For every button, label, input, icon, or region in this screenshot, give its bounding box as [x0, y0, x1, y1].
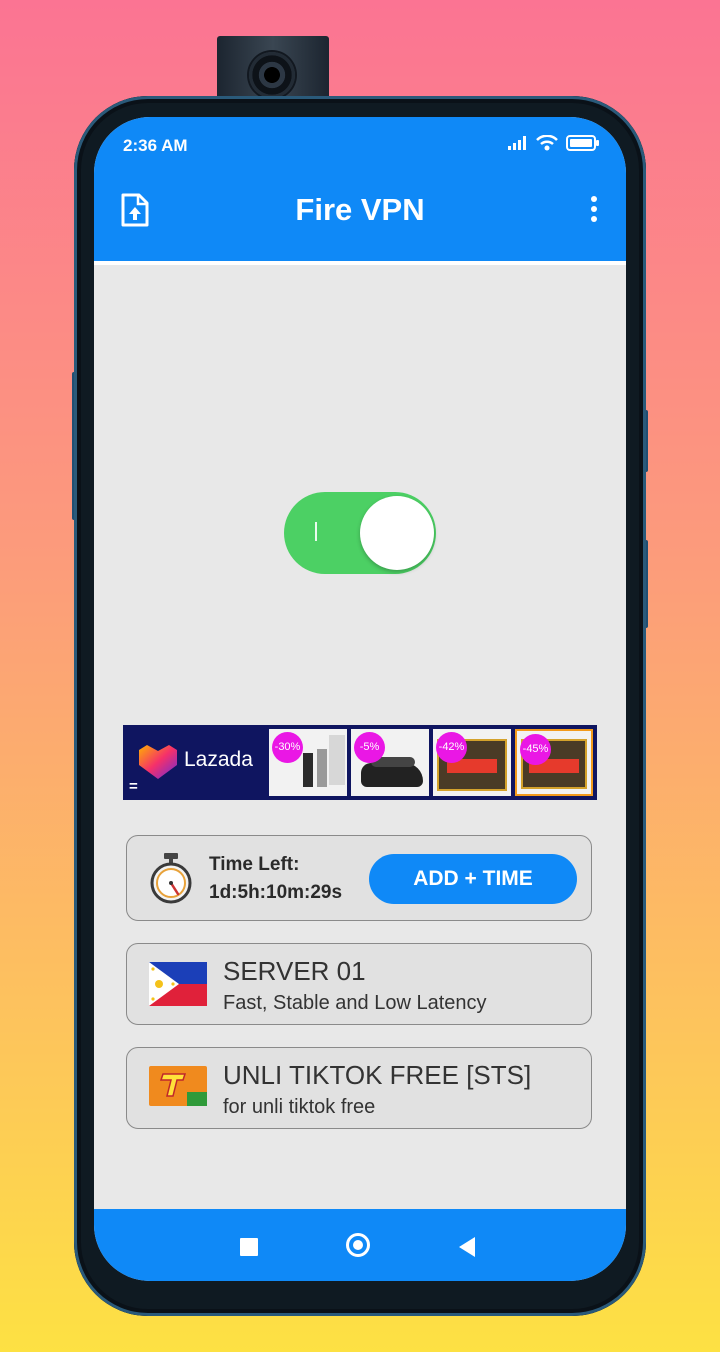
app-title: Fire VPN: [295, 192, 425, 227]
status-icons: [508, 135, 600, 151]
lazada-ad-banner[interactable]: Lazada = -30% -5% -42% -45%: [123, 725, 597, 800]
recent-apps-icon[interactable]: [240, 1238, 258, 1256]
time-left-card: Time Left: 1d:5h:10m:29s ADD + TIME: [126, 835, 592, 921]
navigation-bar: [94, 1209, 626, 1281]
toggle-knob: [360, 496, 434, 570]
discount-badge: -30%: [272, 732, 303, 763]
lazada-heart-logo: [139, 745, 177, 779]
back-icon[interactable]: [459, 1237, 475, 1257]
ad-equals-mark: =: [129, 778, 138, 795]
stopwatch-icon: [150, 853, 192, 904]
add-time-button[interactable]: ADD + TIME: [369, 854, 577, 904]
server-selector[interactable]: SERVER 01 Fast, Stable and Low Latency: [126, 943, 592, 1025]
camera-lens-icon: [249, 52, 295, 98]
server-name: SERVER 01: [223, 956, 366, 986]
time-left-value: 1d:5h:10m:29s: [209, 882, 343, 903]
vpn-connect-toggle[interactable]: [284, 492, 436, 574]
ad-brand-name: Lazada: [184, 748, 253, 771]
payload-name: UNLI TIKTOK FREE [STS]: [223, 1060, 532, 1090]
signal-icon: [508, 136, 526, 150]
status-time: 2:36 AM: [123, 136, 188, 155]
battery-icon: [566, 135, 599, 151]
app-bar: Fire VPN: [94, 173, 626, 265]
time-left-label: Time Left:: [209, 854, 300, 875]
ad-product-tile[interactable]: -42%: [433, 729, 511, 796]
discount-badge: -5%: [354, 732, 385, 763]
home-icon[interactable]: [346, 1233, 370, 1257]
discount-badge: -45%: [520, 734, 551, 765]
philippines-flag-icon: [149, 962, 207, 1006]
ad-product-tile[interactable]: -30%: [269, 729, 347, 796]
more-options-icon[interactable]: [584, 193, 604, 227]
discount-badge: -42%: [436, 732, 467, 763]
ad-product-tile[interactable]: -45%: [515, 729, 593, 796]
ad-product-tile[interactable]: -5%: [351, 729, 429, 796]
server-description: Fast, Stable and Low Latency: [223, 992, 487, 1014]
toggle-on-mark: [315, 522, 317, 541]
status-bar: 2:36 AM: [94, 117, 626, 173]
tnt-logo-icon: [149, 1066, 207, 1106]
wifi-icon: [536, 135, 558, 151]
payload-selector[interactable]: UNLI TIKTOK FREE [STS] for unli tiktok f…: [126, 1047, 592, 1129]
payload-description: for unli tiktok free: [223, 1096, 376, 1118]
phone-screen: 2:36 AM Fire VPN Lazada = -30% -5% -42% …: [94, 117, 626, 1281]
